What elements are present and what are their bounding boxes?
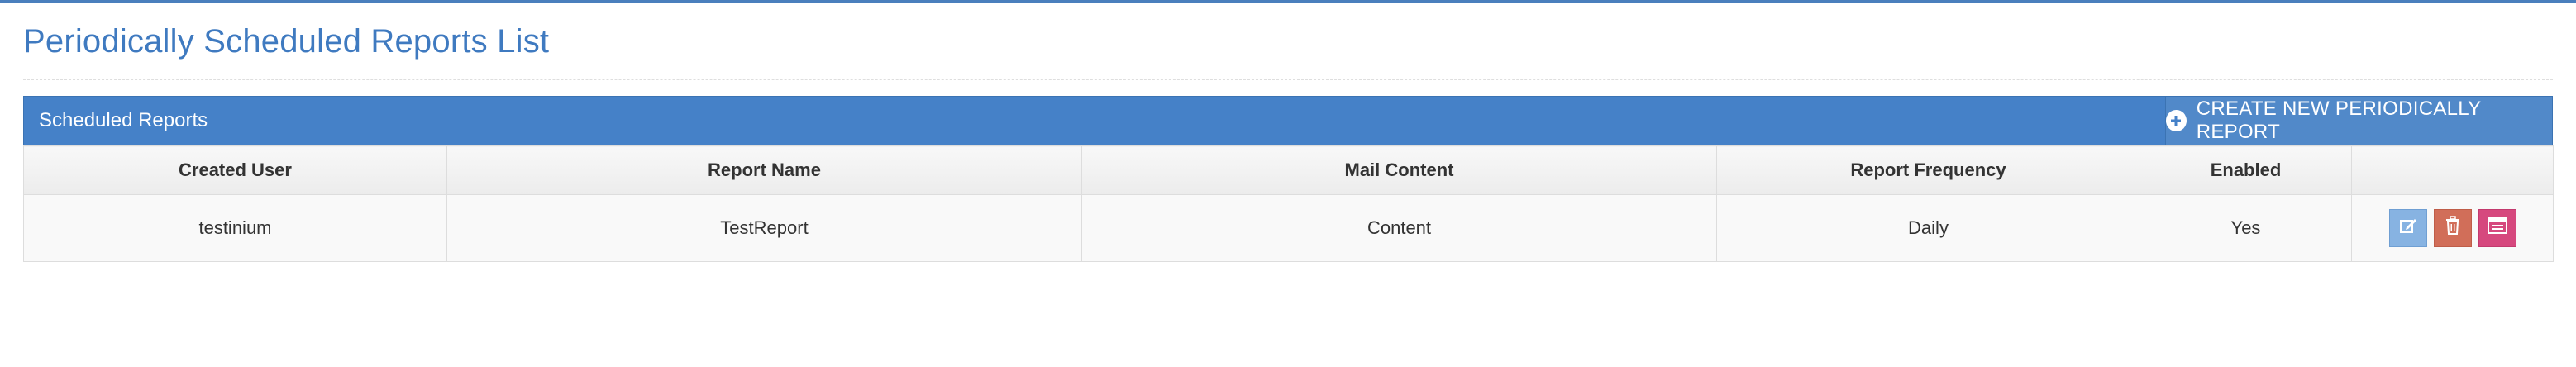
cell-mail-content: Content	[1081, 194, 1717, 262]
plus-circle-icon	[2166, 110, 2187, 131]
edit-report-button[interactable]	[2388, 209, 2427, 247]
table-row: testinium TestReport Content Daily Yes	[23, 194, 2554, 262]
scheduled-reports-widget: Scheduled Reports CREATE NEW PERIODICALL…	[23, 96, 2554, 262]
reports-table: Created User Report Name Mail Content Re…	[23, 145, 2554, 262]
top-accent-bar	[0, 0, 2576, 3]
column-header-enabled[interactable]: Enabled	[2140, 145, 2352, 195]
row-actions	[2352, 209, 2553, 247]
trash-icon	[2444, 216, 2462, 241]
table-header-row: Created User Report Name Mail Content Re…	[23, 145, 2554, 195]
column-header-created-user[interactable]: Created User	[23, 145, 447, 195]
page-title: Periodically Scheduled Reports List	[23, 23, 550, 60]
cell-report-name: TestReport	[446, 194, 1082, 262]
title-divider	[23, 79, 2553, 80]
view-schedule-button[interactable]	[2478, 209, 2516, 247]
column-header-actions	[2351, 145, 2554, 195]
column-header-mail-content[interactable]: Mail Content	[1081, 145, 1717, 195]
edit-icon	[2398, 216, 2418, 241]
column-header-report-name[interactable]: Report Name	[446, 145, 1082, 195]
create-new-report-label: CREATE NEW PERIODICALLY REPORT	[2196, 98, 2482, 143]
calendar-icon	[2487, 217, 2508, 240]
delete-report-button[interactable]	[2433, 209, 2472, 247]
cell-report-frequency: Daily	[1716, 194, 2140, 262]
cell-enabled: Yes	[2140, 194, 2352, 262]
cell-actions	[2351, 194, 2554, 262]
create-new-report-button[interactable]: CREATE NEW PERIODICALLY REPORT	[2165, 97, 2552, 145]
widget-title: Scheduled Reports	[39, 109, 208, 131]
cell-created-user: testinium	[23, 194, 447, 262]
widget-header: Scheduled Reports CREATE NEW PERIODICALL…	[23, 96, 2553, 145]
column-header-report-frequency[interactable]: Report Frequency	[1716, 145, 2140, 195]
